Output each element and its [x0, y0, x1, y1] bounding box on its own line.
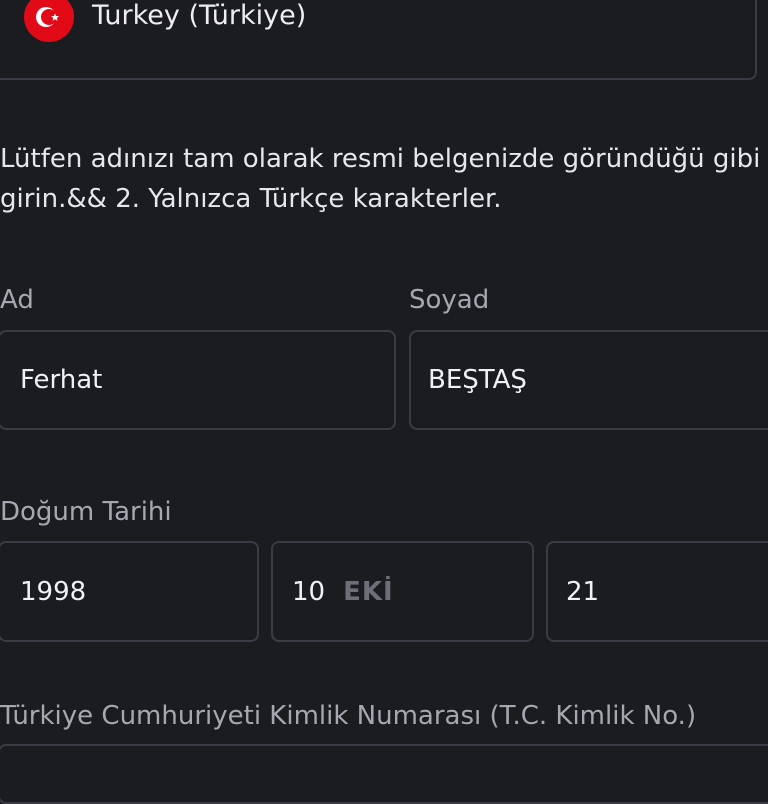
birth-date-label: Doğum Tarihi — [0, 497, 172, 527]
birth-month-name: EKİ — [343, 576, 394, 607]
country-name: Turkey (Türkiye) — [92, 0, 307, 31]
birth-year-input[interactable]: 1998 — [0, 541, 259, 642]
id-number-input[interactable] — [0, 744, 768, 804]
id-number-label: Türkiye Cumhuriyeti Kimlik Numarası (T.C… — [0, 701, 697, 731]
turkey-flag-icon — [24, 0, 74, 42]
last-name-label: Soyad — [409, 285, 490, 315]
name-instructions: Lütfen adınızı tam olarak resmi belgeniz… — [0, 144, 761, 214]
birth-month-select[interactable]: 10 EKİ — [271, 541, 534, 642]
first-name-label: Ad — [0, 285, 34, 315]
birth-day-value: 21 — [566, 576, 600, 607]
first-name-value: Ferhat — [20, 365, 103, 395]
last-name-value: BEŞTAŞ — [428, 365, 527, 395]
last-name-input[interactable]: BEŞTAŞ — [409, 330, 768, 430]
birth-year-value: 1998 — [20, 576, 87, 607]
birth-month-value: 10 — [292, 576, 326, 607]
country-select[interactable]: Turkey (Türkiye) — [0, 0, 757, 80]
birth-day-input[interactable]: 21 — [546, 541, 768, 642]
first-name-input[interactable]: Ferhat — [0, 330, 396, 430]
